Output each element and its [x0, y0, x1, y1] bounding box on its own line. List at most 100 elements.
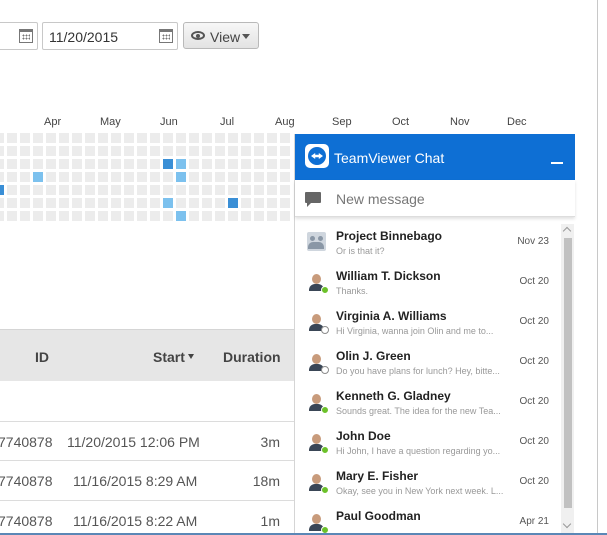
heatmap-cell[interactable] [46, 146, 56, 156]
heatmap-cell[interactable] [189, 185, 199, 195]
heatmap-cell[interactable] [0, 146, 4, 156]
heatmap-cell[interactable] [163, 185, 173, 195]
heatmap-cell[interactable] [137, 172, 147, 182]
heatmap-cell[interactable] [137, 146, 147, 156]
heatmap-cell[interactable] [163, 133, 173, 143]
heatmap-cell[interactable] [137, 133, 147, 143]
heatmap-cell[interactable] [280, 185, 290, 195]
heatmap-cell[interactable] [254, 146, 264, 156]
heatmap-cell[interactable] [189, 133, 199, 143]
conversation-scrollbar[interactable] [561, 224, 574, 535]
heatmap-cell[interactable] [59, 185, 69, 195]
column-header-duration[interactable]: Duration [223, 349, 281, 365]
heatmap-cell[interactable] [111, 211, 121, 221]
calendar-icon[interactable] [19, 29, 33, 43]
heatmap-cell[interactable] [111, 146, 121, 156]
heatmap-cell[interactable] [280, 211, 290, 221]
heatmap-cell[interactable] [72, 146, 82, 156]
heatmap-cell[interactable] [0, 185, 4, 195]
heatmap-cell[interactable] [176, 172, 186, 182]
heatmap-cell[interactable] [189, 198, 199, 208]
list-item[interactable]: John Doe Hi John, I have a question rega… [295, 426, 561, 466]
heatmap-cell[interactable] [267, 172, 277, 182]
heatmap-cell[interactable] [20, 185, 30, 195]
start-date-input[interactable] [0, 22, 38, 50]
heatmap-cell[interactable] [7, 185, 17, 195]
heatmap-cell[interactable] [124, 185, 134, 195]
heatmap-cell[interactable] [111, 133, 121, 143]
column-header-start[interactable]: Start [153, 349, 194, 365]
heatmap-cell[interactable] [85, 211, 95, 221]
heatmap-cell[interactable] [202, 185, 212, 195]
heatmap-cell[interactable] [176, 133, 186, 143]
heatmap-cell[interactable] [150, 185, 160, 195]
heatmap-cell[interactable] [254, 185, 264, 195]
heatmap-cell[interactable] [0, 172, 4, 182]
heatmap-cell[interactable] [150, 146, 160, 156]
heatmap-cell[interactable] [7, 146, 17, 156]
end-date-input[interactable]: 11/20/2015 [42, 22, 178, 50]
heatmap-cell[interactable] [189, 159, 199, 169]
heatmap-cell[interactable] [241, 198, 251, 208]
heatmap-cell[interactable] [150, 133, 160, 143]
heatmap-cell[interactable] [98, 146, 108, 156]
heatmap-cell[interactable] [189, 211, 199, 221]
heatmap-cell[interactable] [228, 172, 238, 182]
heatmap-cell[interactable] [124, 211, 134, 221]
heatmap-cell[interactable] [254, 172, 264, 182]
heatmap-cell[interactable] [228, 211, 238, 221]
scroll-down-icon[interactable] [562, 519, 572, 529]
heatmap-cell[interactable] [72, 185, 82, 195]
heatmap-cell[interactable] [85, 146, 95, 156]
heatmap-cell[interactable] [150, 159, 160, 169]
heatmap-cell[interactable] [215, 185, 225, 195]
list-item[interactable]: Project Binnebago Or is that it? Nov 23 [295, 226, 561, 266]
heatmap-cell[interactable] [0, 133, 4, 143]
heatmap-cell[interactable] [111, 172, 121, 182]
heatmap-cell[interactable] [241, 185, 251, 195]
heatmap-cell[interactable] [124, 172, 134, 182]
heatmap-cell[interactable] [189, 172, 199, 182]
heatmap-cell[interactable] [59, 133, 69, 143]
heatmap-cell[interactable] [7, 159, 17, 169]
heatmap-cell[interactable] [33, 146, 43, 156]
heatmap-cell[interactable] [59, 198, 69, 208]
heatmap-cell[interactable] [280, 133, 290, 143]
heatmap-cell[interactable] [20, 198, 30, 208]
list-item[interactable]: Virginia A. Williams Hi Virginia, wanna … [295, 306, 561, 346]
heatmap-cell[interactable] [33, 133, 43, 143]
heatmap-cell[interactable] [215, 211, 225, 221]
heatmap-cell[interactable] [228, 133, 238, 143]
heatmap-cell[interactable] [7, 172, 17, 182]
heatmap-cell[interactable] [85, 185, 95, 195]
heatmap-cell[interactable] [98, 172, 108, 182]
heatmap-cell[interactable] [267, 159, 277, 169]
heatmap-cell[interactable] [280, 146, 290, 156]
heatmap-cell[interactable] [202, 146, 212, 156]
chat-header[interactable]: TeamViewer Chat [295, 134, 575, 180]
heatmap-cell[interactable] [137, 159, 147, 169]
heatmap-cell[interactable] [98, 198, 108, 208]
heatmap-cell[interactable] [85, 172, 95, 182]
heatmap-cell[interactable] [163, 211, 173, 221]
heatmap-cell[interactable] [254, 198, 264, 208]
heatmap-cell[interactable] [7, 133, 17, 143]
scroll-thumb[interactable] [564, 238, 572, 508]
heatmap-cell[interactable] [0, 211, 4, 221]
heatmap-cell[interactable] [124, 146, 134, 156]
heatmap-cell[interactable] [137, 198, 147, 208]
heatmap-cell[interactable] [46, 159, 56, 169]
heatmap-cell[interactable] [72, 172, 82, 182]
heatmap-cell[interactable] [267, 185, 277, 195]
heatmap-cell[interactable] [33, 159, 43, 169]
heatmap-cell[interactable] [163, 159, 173, 169]
table-row[interactable]: 7740878 11/16/2015 8:22 AM 1m [0, 501, 294, 535]
heatmap-cell[interactable] [215, 146, 225, 156]
heatmap-cell[interactable] [124, 159, 134, 169]
heatmap-cell[interactable] [111, 198, 121, 208]
heatmap-cell[interactable] [85, 159, 95, 169]
heatmap-cell[interactable] [98, 159, 108, 169]
table-row[interactable]: 7740878 11/16/2015 8:29 AM 18m [0, 461, 294, 501]
heatmap-cell[interactable] [241, 159, 251, 169]
heatmap-cell[interactable] [111, 159, 121, 169]
